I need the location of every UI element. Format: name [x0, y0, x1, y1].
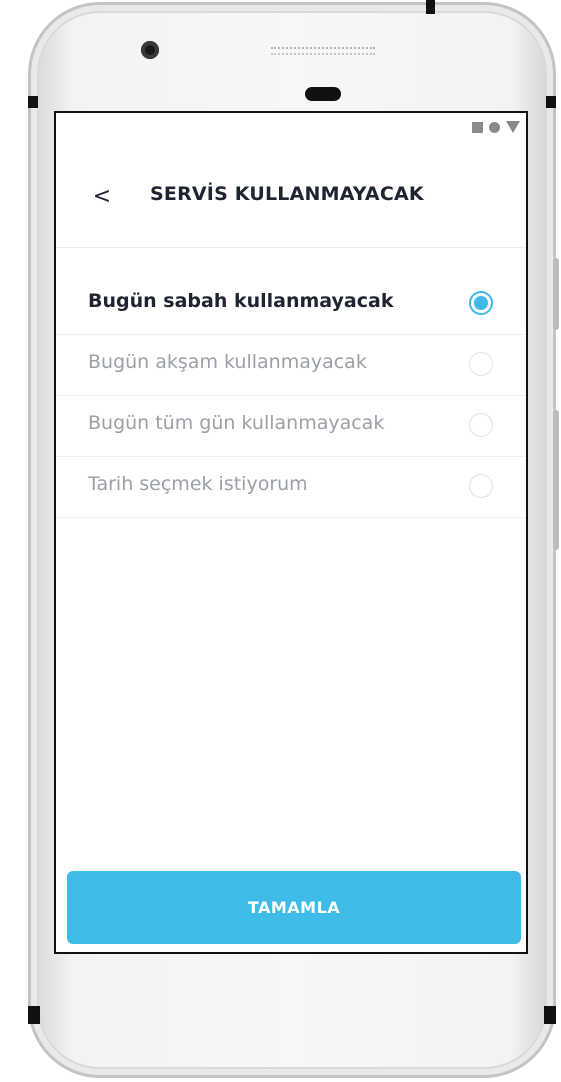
front-camera [141, 41, 159, 59]
chevron-left-icon: < [92, 183, 112, 209]
option-label: Bugün akşam kullanmayacak [88, 351, 367, 373]
app-header: < SERVİS KULLANMAYACAK [56, 153, 526, 248]
option-row[interactable]: Bugün sabah kullanmayacak [56, 274, 526, 335]
option-label: Bugün tüm gün kullanmayacak [88, 412, 385, 434]
edge-mark [28, 96, 38, 108]
radio-dot-icon [474, 296, 488, 310]
proximity-sensor [305, 87, 341, 101]
volume-button [553, 258, 559, 330]
radio-button-selected[interactable] [469, 291, 493, 315]
earpiece-speaker [271, 47, 375, 55]
power-button [553, 410, 559, 550]
page-title: SERVİS KULLANMAYACAK [150, 183, 424, 205]
options-list: Bugün sabah kullanmayacak Bugün akşam kul… [56, 274, 526, 518]
radio-button[interactable] [469, 413, 493, 437]
option-row[interactable]: Bugün akşam kullanmayacak [56, 335, 526, 396]
option-row[interactable]: Tarih seçmek istiyorum [56, 457, 526, 518]
square-icon [472, 121, 483, 133]
option-label: Tarih seçmek istiyorum [88, 473, 308, 495]
option-label: Bugün sabah kullanmayacak [88, 290, 394, 312]
edge-mark [544, 1006, 556, 1024]
app-screen: < SERVİS KULLANMAYACAK Bugün sabah kulla… [54, 111, 528, 954]
triangle-icon [506, 121, 520, 133]
edge-mark [28, 1006, 40, 1024]
edge-mark [426, 0, 435, 14]
edge-mark [546, 96, 556, 108]
radio-button[interactable] [469, 474, 493, 498]
option-row[interactable]: Bugün tüm gün kullanmayacak [56, 396, 526, 457]
dot-icon [489, 121, 500, 133]
radio-button[interactable] [469, 352, 493, 376]
status-bar [472, 121, 520, 133]
complete-button[interactable]: TAMAMLA [67, 871, 521, 944]
back-button[interactable]: < [90, 181, 114, 211]
